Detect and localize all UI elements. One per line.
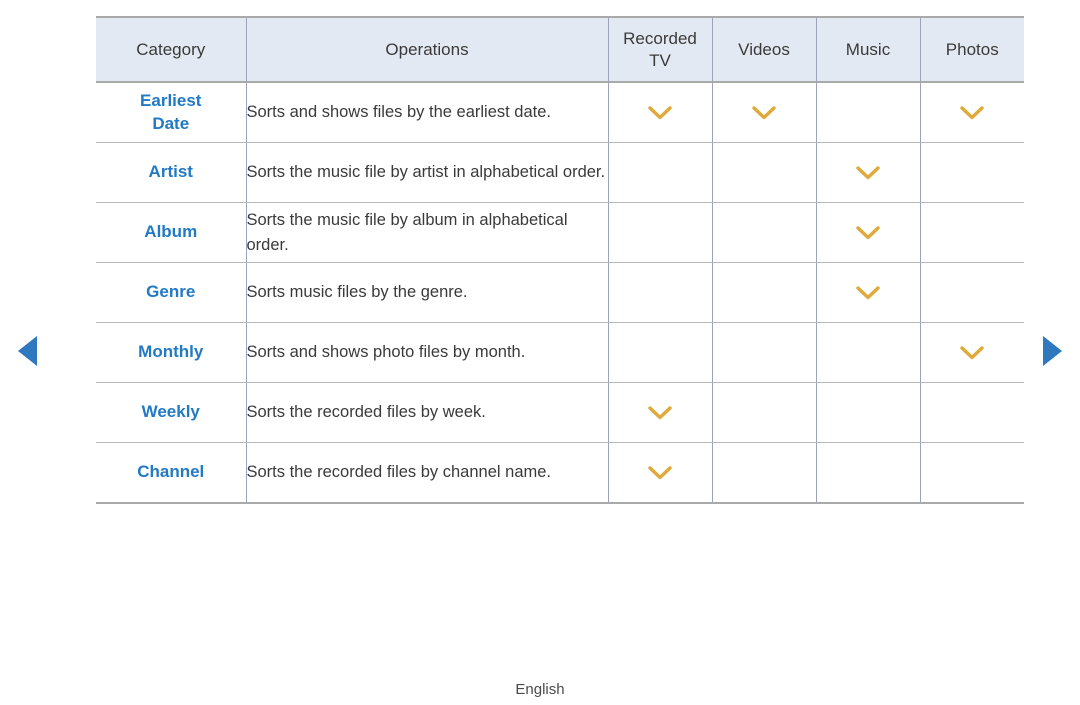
column-header-videos: Videos [711, 16, 817, 83]
table-header: Category Operations Recorded TV Videos M… [96, 16, 1024, 83]
cell-mark-videos [711, 202, 817, 263]
cell-mark-music [815, 82, 921, 143]
cell-operations: Sorts the music file by album in alphabe… [245, 202, 609, 263]
table-row[interactable]: Genre Sorts music files by the genre. [96, 262, 1024, 323]
column-header-recorded-tv-line2: TV [649, 50, 671, 70]
cell-mark-photos [919, 322, 1024, 383]
cell-operations: Sorts the music file by artist in alphab… [245, 142, 609, 203]
cell-mark-recorded-tv [607, 142, 713, 203]
triangle-left-icon[interactable] [18, 336, 37, 366]
cell-mark-videos [711, 322, 817, 383]
cell-category-line2: Date [152, 113, 190, 133]
chevron-down-icon [647, 105, 673, 121]
cell-mark-videos [711, 82, 817, 143]
cell-mark-recorded-tv [607, 202, 713, 263]
table-row[interactable]: Channel Sorts the recorded files by chann… [96, 442, 1024, 504]
table-header-row: Category Operations Recorded TV Videos M… [96, 16, 1024, 83]
cell-mark-videos [711, 142, 817, 203]
table-body: Earliest Date Sorts and shows files by the… [96, 82, 1024, 504]
language-label: English [515, 681, 565, 698]
cell-mark-music [815, 262, 921, 323]
table-row[interactable]: Album Sorts the music file by album in al… [96, 202, 1024, 263]
cell-operations: Sorts music files by the genre. [245, 262, 609, 323]
sort-options-table: Category Operations Recorded TV Videos M… [96, 16, 1024, 504]
cell-mark-recorded-tv [607, 322, 713, 383]
column-header-operations: Operations [245, 16, 609, 83]
cell-mark-videos [711, 382, 817, 443]
cell-category: Monthly [96, 322, 247, 383]
sort-options-table-container: Category Operations Recorded TV Videos M… [96, 16, 1024, 504]
cell-category: Channel [96, 442, 247, 504]
column-header-music: Music [815, 16, 921, 83]
cell-mark-videos [711, 262, 817, 323]
chevron-down-icon [855, 225, 881, 241]
chevron-down-icon [855, 165, 881, 181]
table-row[interactable]: Artist Sorts the music file by artist in … [96, 142, 1024, 203]
cell-mark-photos [919, 262, 1024, 323]
cell-category: Artist [96, 142, 247, 203]
cell-operations: Sorts the recorded files by week. [245, 382, 609, 443]
cell-mark-photos [919, 202, 1024, 263]
chevron-down-icon [751, 105, 777, 121]
triangle-right-icon[interactable] [1043, 336, 1062, 366]
cell-operations: Sorts the recorded files by channel name… [245, 442, 609, 504]
cell-mark-recorded-tv [607, 262, 713, 323]
cell-category: Earliest Date [96, 82, 247, 143]
cell-mark-music [815, 322, 921, 383]
cell-mark-photos [919, 382, 1024, 443]
cell-operations: Sorts and shows photo files by month. [245, 322, 609, 383]
cell-category: Genre [96, 262, 247, 323]
cell-operations: Sorts and shows files by the earliest da… [245, 82, 609, 143]
cell-mark-music [815, 142, 921, 203]
column-header-recorded-tv: Recorded TV [607, 16, 713, 83]
chevron-down-icon [647, 405, 673, 421]
cell-mark-photos [919, 442, 1024, 504]
cell-mark-recorded-tv [607, 382, 713, 443]
chevron-down-icon [959, 345, 985, 361]
chevron-down-icon [855, 285, 881, 301]
table-row[interactable]: Earliest Date Sorts and shows files by the… [96, 82, 1024, 143]
cell-mark-photos [919, 142, 1024, 203]
cell-mark-videos [711, 442, 817, 504]
cell-mark-music [815, 442, 921, 504]
table-row[interactable]: Monthly Sorts and shows photo files by mo… [96, 322, 1024, 383]
table-row[interactable]: Weekly Sorts the recorded files by week. [96, 382, 1024, 443]
chevron-down-icon [647, 465, 673, 481]
cell-mark-photos [919, 82, 1024, 143]
cell-mark-music [815, 382, 921, 443]
column-header-category: Category [96, 16, 247, 83]
column-header-photos: Photos [919, 16, 1024, 83]
cell-mark-recorded-tv [607, 82, 713, 143]
cell-category: Weekly [96, 382, 247, 443]
cell-mark-music [815, 202, 921, 263]
chevron-down-icon [959, 105, 985, 121]
column-header-recorded-tv-line1: Recorded [623, 29, 697, 49]
cell-mark-recorded-tv [607, 442, 713, 504]
cell-category: Album [96, 202, 247, 263]
cell-category-line1: Earliest [140, 90, 202, 110]
